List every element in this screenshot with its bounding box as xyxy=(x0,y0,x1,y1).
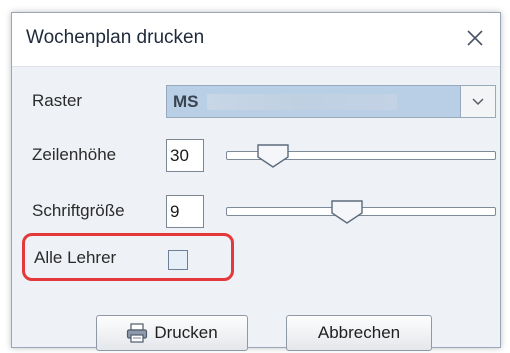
zeilenhoehe-label: Zeilenhöhe xyxy=(32,145,117,164)
title-bar: Wochenplan drucken xyxy=(12,13,500,67)
raster-combobox[interactable]: MS xyxy=(166,85,496,118)
alle-lehrer-checkbox[interactable] xyxy=(168,250,188,270)
cancel-button-label: Abbrechen xyxy=(317,323,401,342)
raster-label: Raster xyxy=(32,91,83,110)
close-icon[interactable] xyxy=(460,23,490,53)
chevron-down-icon[interactable] xyxy=(460,86,495,117)
print-button[interactable]: Drucken xyxy=(96,315,248,351)
print-button-label: Drucken xyxy=(154,323,218,342)
print-dialog: Wochenplan drucken Raster MS Zeilenhöhe … xyxy=(11,12,501,351)
schriftgroesse-label: Schriftgröße xyxy=(32,201,125,220)
zeilenhoehe-slider[interactable] xyxy=(226,143,496,171)
zeilenhoehe-input[interactable]: 30 xyxy=(166,139,204,172)
printer-icon xyxy=(126,323,148,343)
slider-thumb[interactable] xyxy=(330,199,364,225)
dialog-title: Wochenplan drucken xyxy=(26,27,205,48)
dialog-content: Raster MS Zeilenhöhe 30 Schriftgröße 9 A… xyxy=(12,67,500,351)
schriftgroesse-slider[interactable] xyxy=(226,199,496,227)
cancel-button[interactable]: Abbrechen xyxy=(286,315,432,351)
slider-thumb[interactable] xyxy=(256,143,290,169)
schriftgroesse-input[interactable]: 9 xyxy=(166,195,204,228)
alle-lehrer-label: Alle Lehrer xyxy=(34,248,117,267)
raster-value-blurred xyxy=(207,94,397,110)
